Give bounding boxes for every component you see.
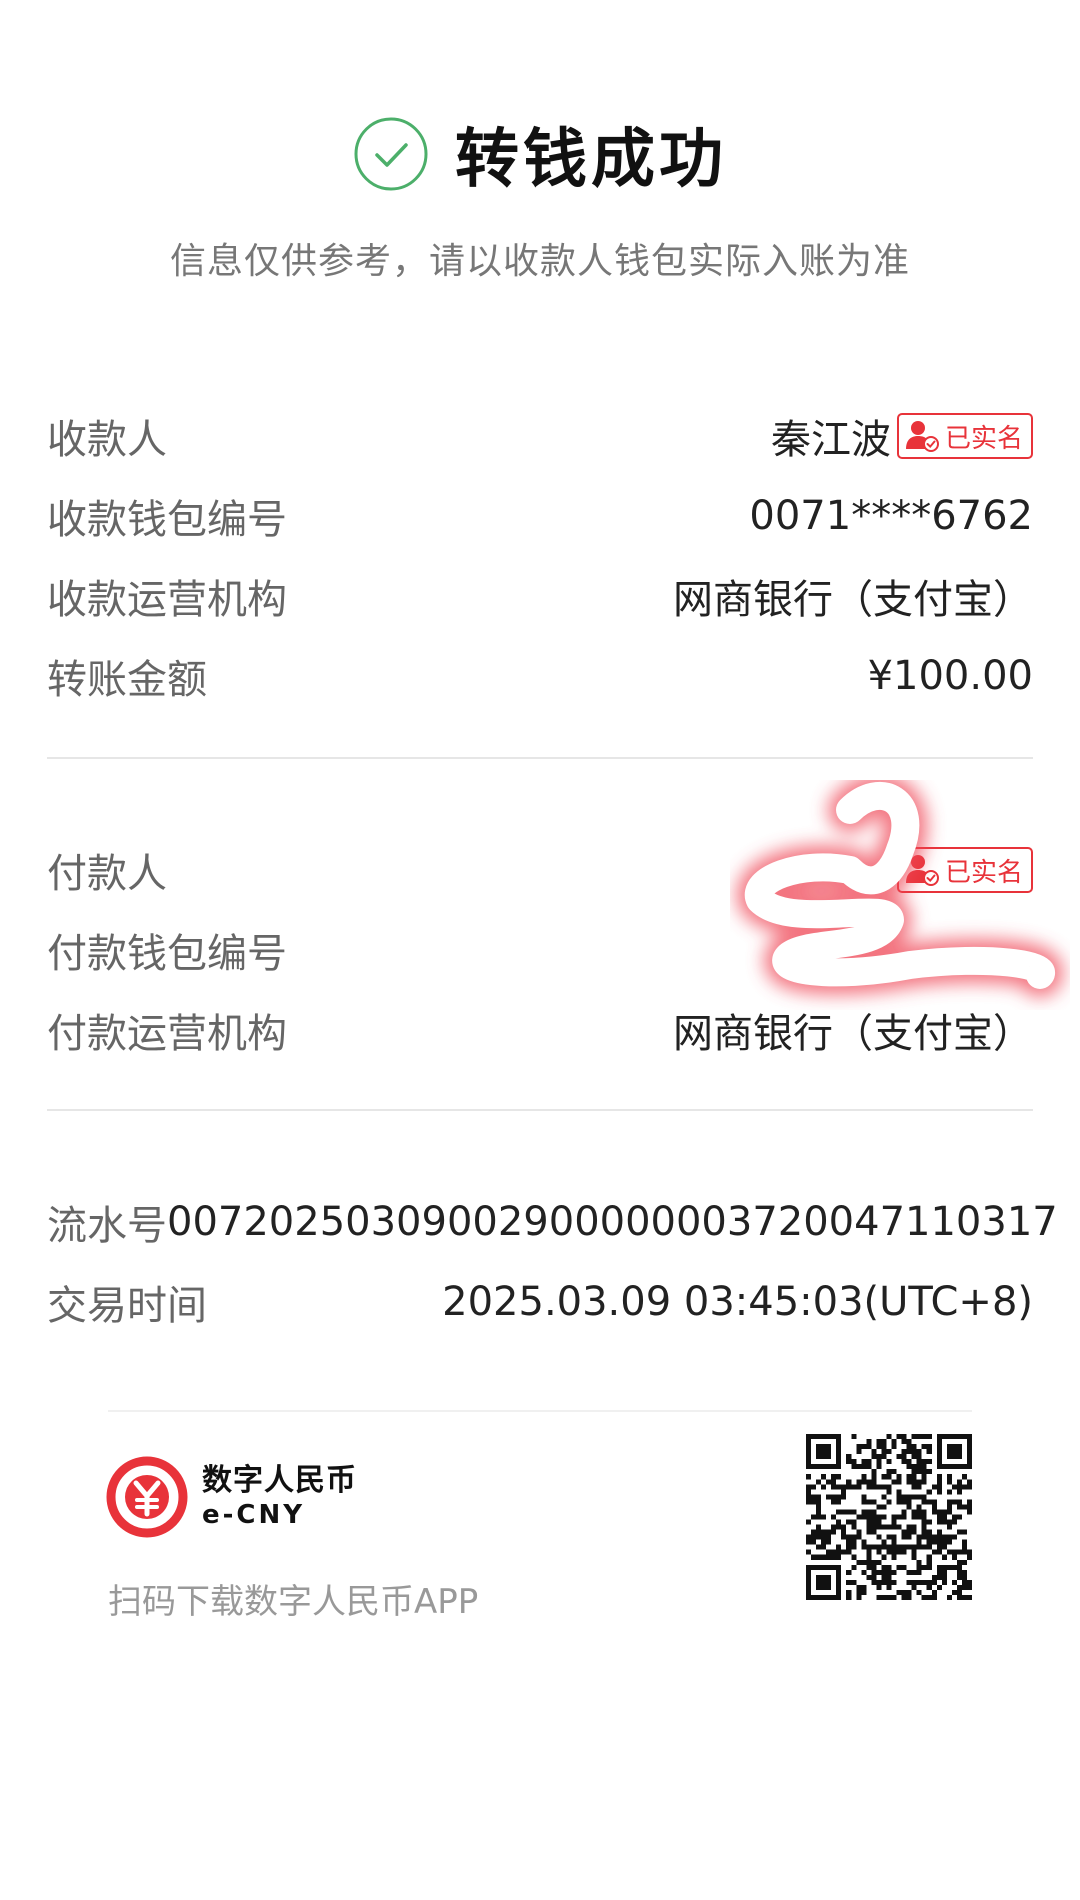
serial-value: 0072025030900290000000372004711031​7: [167, 1199, 1058, 1245]
section-divider: [47, 757, 1033, 759]
section-divider: [47, 1109, 1033, 1111]
payee-wallet-value: 0071****6762: [749, 493, 1033, 539]
page-subtitle: 信息仅供参考，请以收款人钱包实际入账为准: [169, 241, 910, 282]
verified-badge: 已实名: [896, 413, 1033, 459]
time-label: 交易时间: [47, 1283, 207, 1329]
check-circle-icon: [354, 117, 428, 191]
ecny-logo-icon: [106, 1456, 188, 1538]
time-row: 交易时间 2025.03.09 03:45:03(UTC+8): [47, 1272, 1033, 1332]
time-value: 2025.03.09 03:45:03(UTC+8): [442, 1279, 1033, 1325]
redaction-scribble: [737, 780, 1064, 997]
payee-operator-label: 收款运营机构: [47, 577, 287, 623]
result-header: 转钱成功: [0, 104, 1080, 204]
download-hint: 扫码下载数字人民币APP: [108, 1582, 479, 1622]
payer-wallet-label: 付款钱包编号: [47, 931, 287, 977]
logo-en-text: e-CNY: [202, 1500, 306, 1530]
logo-cn-text: 数字人民币: [202, 1463, 357, 1498]
ecny-logo: 数字人民币 e-CNY: [106, 1456, 357, 1538]
payee-value-group: 秦江波 已实名: [771, 407, 1033, 465]
verified-badge-text: 已实名: [944, 423, 1023, 454]
payee-operator-value: 网商银行（支付宝）: [673, 577, 1033, 623]
payee-operator-row: 收款运营机构 网商银行（支付宝）: [47, 566, 1033, 626]
ecny-logo-text: 数字人民币 e-CNY: [202, 1463, 357, 1530]
payer-label: 付款人: [47, 851, 167, 897]
payee-label: 收款人: [47, 417, 167, 463]
payee-wallet-label: 收款钱包编号: [47, 497, 287, 543]
qr-code-image[interactable]: [806, 1434, 972, 1600]
verified-user-icon: [905, 421, 939, 452]
footer-divider: [108, 1410, 972, 1412]
serial-label: 流水号: [47, 1203, 167, 1249]
page-title: 转钱成功: [455, 123, 727, 197]
payee-wallet-row: 收款钱包编号 0071****6762: [47, 486, 1033, 546]
amount-row: 转账金额 ¥100.00: [47, 646, 1033, 706]
payee-row: 收款人 秦江波 已实名: [47, 406, 1033, 466]
serial-row: 流水号 0072025030900290000000372004711031​7: [47, 1192, 1058, 1252]
payer-operator-label: 付款运营机构: [47, 1011, 287, 1057]
payee-name: 秦江波: [770, 417, 891, 463]
amount-value: ¥100.00: [867, 653, 1033, 699]
amount-label: 转账金额: [47, 657, 207, 703]
